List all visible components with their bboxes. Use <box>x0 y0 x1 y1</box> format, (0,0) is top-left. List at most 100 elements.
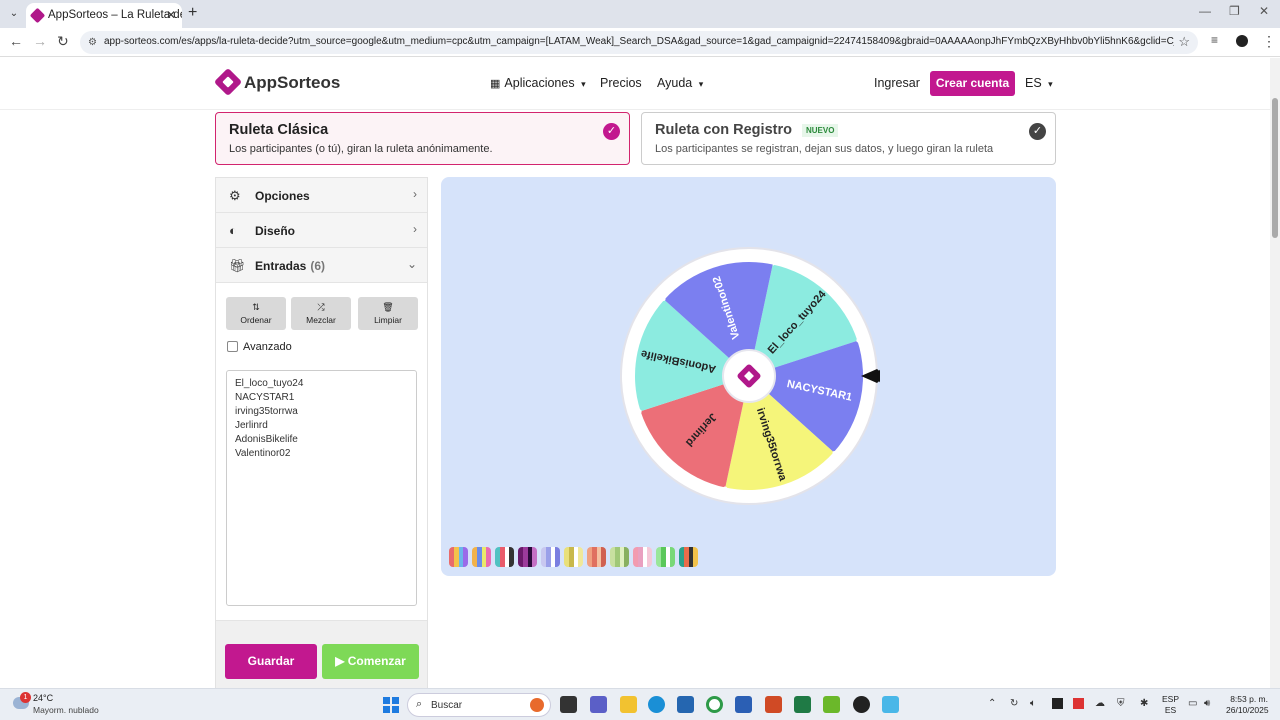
profile-avatar-icon[interactable] <box>1236 35 1248 47</box>
palette-swatch[interactable] <box>633 547 652 567</box>
site-settings-icon[interactable]: ⚙ <box>88 37 97 48</box>
swatch-stripe <box>670 547 675 567</box>
wheel-peg <box>856 338 861 343</box>
swatch-stripe <box>624 547 629 567</box>
swatch-stripe <box>509 547 514 567</box>
input-language[interactable]: ESP ES <box>1162 694 1179 716</box>
close-window-icon[interactable]: ✕ <box>1259 4 1269 18</box>
login-link[interactable]: Ingresar <box>874 76 920 90</box>
volume-icon[interactable]: 🔈︎ <box>1030 698 1036 709</box>
new-tab-icon[interactable]: + <box>188 4 197 22</box>
page-scrollbar[interactable] <box>1270 58 1280 688</box>
nav-apps-label: Aplicaciones <box>504 76 575 90</box>
site-header: AppSorteos ▦ Aplicaciones ▾ Precios Ayuda… <box>0 58 1270 110</box>
clock-time: 8:53 p. m. <box>1230 694 1268 704</box>
shuffle-button[interactable]: ⤮ Mezclar <box>291 297 351 330</box>
task-view-icon[interactable] <box>560 696 577 713</box>
wheel-peg <box>637 409 642 414</box>
palette-swatch[interactable] <box>472 547 491 567</box>
nav-apps[interactable]: ▦ Aplicaciones ▾ <box>490 76 586 90</box>
excel-icon[interactable] <box>794 696 811 713</box>
speaker-icon[interactable]: 🔊︎ <box>1204 698 1210 709</box>
bluetooth-icon[interactable]: ✱ <box>1140 698 1148 709</box>
weather-temp[interactable]: 24°C <box>33 693 53 703</box>
palette-swatch[interactable] <box>679 547 698 567</box>
sort-button[interactable]: ⇅ Ordenar <box>226 297 286 330</box>
chrome-icon[interactable] <box>706 696 723 713</box>
antivirus-icon[interactable] <box>1073 698 1084 709</box>
classic-title: Ruleta Clásica <box>229 122 329 138</box>
sync-icon[interactable]: ↻ <box>1010 698 1018 709</box>
taskbar-search-label: Buscar <box>431 700 463 711</box>
back-icon[interactable]: ← <box>9 33 23 49</box>
nvidia-tray-icon[interactable] <box>1052 698 1063 709</box>
nav-help[interactable]: Ayuda ▾ <box>657 76 703 90</box>
nav-pricing[interactable]: Precios <box>600 76 642 90</box>
start-button[interactable]: ▶ Comenzar <box>322 644 419 679</box>
entry-line: NACYSTAR1 <box>235 392 295 403</box>
accordion-options[interactable]: ⚙ Opciones › <box>216 178 427 213</box>
reload-icon[interactable]: ↻ <box>57 33 69 50</box>
edge-icon[interactable] <box>648 696 665 713</box>
mode-card-registered[interactable]: Ruleta con Registro NUEVO Los participant… <box>641 112 1056 165</box>
palette-swatch[interactable] <box>495 547 514 567</box>
bookmark-star-icon[interactable]: ☆ <box>1178 34 1190 50</box>
accordion-design[interactable]: ◐ Diseño › <box>216 213 427 248</box>
minimize-icon[interactable]: — <box>1199 4 1211 18</box>
clock[interactable]: 8:53 p. m. 26/10/2025 <box>1226 694 1269 716</box>
palette-swatch[interactable] <box>541 547 560 567</box>
close-tab-icon[interactable]: ✕ <box>166 3 176 28</box>
appsorteos-logo-icon[interactable] <box>213 67 243 97</box>
file-explorer-icon[interactable] <box>620 696 637 713</box>
tab-list-chevron-icon[interactable]: ⌄ <box>6 6 22 22</box>
tray-expand-icon[interactable]: ⌃ <box>988 698 996 709</box>
browser-menu-icon[interactable]: ⋮ <box>1262 33 1276 50</box>
teams-icon[interactable] <box>590 696 607 713</box>
url-field[interactable]: ⚙ app-sorteos.com/es/apps/la-ruleta-deci… <box>80 31 1198 54</box>
browser-tab[interactable]: AppSorteos – La Ruleta de la S ✕ <box>26 3 182 28</box>
palette-swatch[interactable] <box>610 547 629 567</box>
network-icon[interactable]: ▭ <box>1188 698 1197 709</box>
appsorteos-favicon-icon <box>29 7 46 24</box>
palette-swatch[interactable] <box>518 547 537 567</box>
weather-desc[interactable]: Mayorm. nublado <box>33 705 99 715</box>
logo-text[interactable]: AppSorteos <box>244 73 340 93</box>
shield-icon[interactable]: ⛨ <box>1117 698 1125 709</box>
language-selector[interactable]: ES ▾ <box>1025 76 1053 90</box>
palette-swatch[interactable] <box>564 547 583 567</box>
chevron-right-icon: › <box>413 222 417 236</box>
palette-swatch[interactable] <box>656 547 675 567</box>
entries-textarea[interactable]: El_loco_tuyo24 NACYSTAR1 irving35torrwa Jer… <box>226 370 417 606</box>
store-icon[interactable] <box>677 696 694 713</box>
steam-icon[interactable] <box>853 696 870 713</box>
mode-card-classic[interactable]: Ruleta Clásica Los participantes (o tú),… <box>215 112 630 165</box>
notification-badge: 1 <box>20 692 31 703</box>
app-icon[interactable] <box>882 696 899 713</box>
palette-swatch[interactable] <box>587 547 606 567</box>
restore-icon[interactable]: ❐ <box>1229 4 1240 18</box>
swatch-stripe <box>693 547 698 567</box>
word-icon[interactable] <box>735 696 752 713</box>
windows-taskbar: 1 24°C Mayorm. nublado ⌕ Buscar ⌃ ↻ 🔈︎ ☁… <box>0 688 1280 720</box>
roulette-wheel[interactable]: El_loco_tuyo24NACYSTAR1irving35torrwaJer… <box>618 245 880 507</box>
panel-actions: Guardar ▶ Comenzar <box>216 620 427 690</box>
options-label: Opciones <box>255 189 310 203</box>
advanced-checkbox[interactable]: Avanzado <box>227 341 292 353</box>
windows-start-icon[interactable] <box>383 697 399 713</box>
cloud-icon[interactable]: ☁ <box>1095 698 1105 709</box>
entries-count: (6) <box>310 259 326 273</box>
settings-panel: ⚙ Opciones › ◐ Diseño › 🎁︎ Entradas (6) ⌄… <box>215 177 428 690</box>
entries-label: Entradas <box>255 259 307 273</box>
forward-icon[interactable]: → <box>33 33 47 49</box>
nvidia-icon[interactable] <box>823 696 840 713</box>
signup-button[interactable]: Crear cuenta <box>930 71 1015 96</box>
save-button[interactable]: Guardar <box>225 644 317 679</box>
accordion-entries[interactable]: 🎁︎ Entradas (6) ⌄ <box>216 248 427 283</box>
scrollbar-thumb[interactable] <box>1272 98 1278 238</box>
clear-button[interactable]: 🗑︎ Limpiar <box>358 297 418 330</box>
taskbar-search[interactable]: ⌕ Buscar <box>407 693 551 717</box>
search-highlight-icon <box>530 698 544 712</box>
media-control-icon[interactable]: ≡ <box>1211 33 1218 47</box>
powerpoint-icon[interactable] <box>765 696 782 713</box>
palette-swatch[interactable] <box>449 547 468 567</box>
